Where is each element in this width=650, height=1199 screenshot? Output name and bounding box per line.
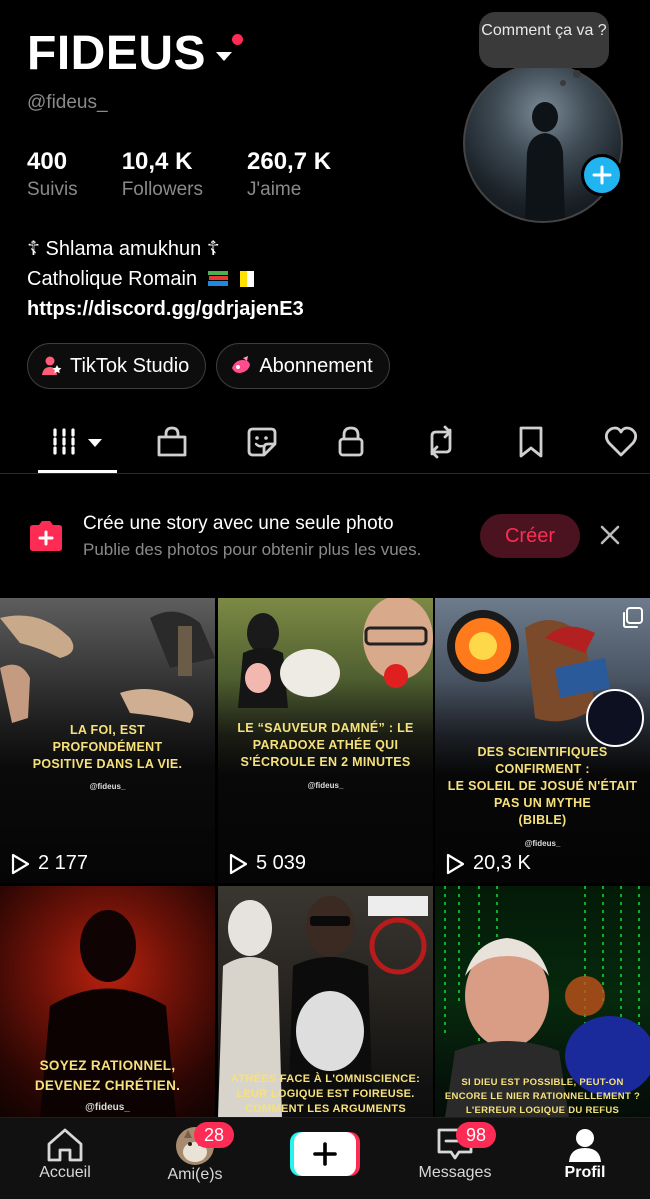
stat-following[interactable]: 400 Suivis xyxy=(27,148,78,201)
vatican-flag-icon xyxy=(240,266,255,287)
tab-liked[interactable] xyxy=(603,424,639,460)
button-label: Abonnement xyxy=(259,354,373,377)
thumbnail-art xyxy=(447,610,644,747)
profile-bio: ☦ Shlama amukhun ☦ Catholique Romain htt… xyxy=(27,234,304,324)
tab-videos[interactable] xyxy=(50,424,106,460)
tab-shop[interactable] xyxy=(154,424,190,460)
profile-handle: @fideus_ xyxy=(27,92,108,113)
profile-icon xyxy=(569,1129,601,1162)
tab-private[interactable] xyxy=(333,424,369,460)
avatar[interactable] xyxy=(463,63,625,225)
active-tab-indicator xyxy=(38,470,117,473)
story-prompt-title: Crée une story avec une seule photo xyxy=(83,513,394,534)
video-tag: @fideus_ xyxy=(89,782,126,791)
stat-label: Suivis xyxy=(27,179,78,200)
repost-icon xyxy=(430,425,452,459)
close-icon[interactable] xyxy=(597,522,623,548)
silhouette-figure xyxy=(525,102,565,221)
status-bubble[interactable]: Comment ça va ? xyxy=(479,12,609,68)
lock-icon xyxy=(338,426,364,457)
stat-label: Followers xyxy=(121,179,203,200)
view-count: 2 177 xyxy=(10,852,88,875)
heart-icon xyxy=(604,426,638,457)
button-label: TikTok Studio xyxy=(70,354,190,377)
nav-profile[interactable]: Profil xyxy=(550,1126,620,1182)
camera-plus-icon xyxy=(30,521,62,551)
home-icon xyxy=(47,1128,83,1162)
profile-username: FIDEUS xyxy=(27,27,207,80)
nav-label: Accueil xyxy=(39,1164,91,1181)
view-count: 5 039 xyxy=(228,852,306,875)
video-thumbnail[interactable]: LA FOI, EST PROFONDÉMENT POSITIVE DANS LA … xyxy=(0,598,215,883)
play-icon xyxy=(11,853,30,874)
bio-link[interactable]: https://discord.gg/gdrjajenE3 xyxy=(27,294,304,324)
bottom-navigation: Accueil Ami(e)s 28 Messages 98 Profil xyxy=(0,1117,650,1199)
view-count-text: 20,3 K xyxy=(473,852,531,874)
video-tag: @fideus_ xyxy=(524,839,561,848)
multi-photo-icon xyxy=(623,607,643,628)
view-count-text: 5 039 xyxy=(256,852,307,874)
stat-likes[interactable]: 260,7 K J'aime xyxy=(247,148,331,201)
play-icon xyxy=(446,853,465,874)
subscription-icon xyxy=(232,356,251,373)
video-caption: LA FOI, EST PROFONDÉMENT POSITIVE DANS LA … xyxy=(32,723,183,771)
nav-label: Messages xyxy=(418,1164,492,1181)
video-tag: @fideus_ xyxy=(85,1102,130,1113)
stat-value: 10,4 K xyxy=(121,148,193,175)
bio-line: ☦ Shlama amukhun ☦ xyxy=(27,238,220,260)
create-story-button[interactable]: Créer xyxy=(480,514,580,558)
nav-label: Ami(e)s xyxy=(167,1166,223,1183)
friends-badge: 28 xyxy=(194,1122,234,1148)
bubble-tail xyxy=(573,70,581,78)
bio-line-2: Catholique Romain xyxy=(27,264,304,294)
nav-home[interactable]: Accueil xyxy=(30,1126,100,1182)
username-row[interactable]: FIDEUS xyxy=(27,26,243,81)
bio-line: Catholique Romain xyxy=(27,268,198,290)
video-caption: LE “SAUVEUR DAMNÉ” : LE PARADOXE ATHÉE QU… xyxy=(237,721,414,769)
video-thumbnail[interactable]: DES SCIENTIFIQUES CONFIRMENT : LE SOLEIL D… xyxy=(435,598,650,883)
bookmark-icon xyxy=(519,426,543,458)
tab-saved[interactable] xyxy=(513,424,549,460)
bubble-tail xyxy=(560,80,566,86)
video-tag: @fideus_ xyxy=(307,781,344,790)
thumbnail-art xyxy=(0,611,215,723)
tiktok-studio-button[interactable]: TikTok Studio xyxy=(27,343,207,389)
video-caption: DES SCIENTIFIQUES CONFIRMENT : LE SOLEIL D… xyxy=(447,745,638,827)
notification-dot xyxy=(232,34,243,45)
avatar-image xyxy=(463,63,623,223)
view-count: 20,3 K xyxy=(445,852,531,875)
tab-reposts[interactable] xyxy=(423,424,459,460)
story-prompt-subtitle: Publie des photos pour obtenir plus les … xyxy=(83,540,422,559)
tab-stickers[interactable] xyxy=(244,424,280,460)
profile-action-buttons: TikTok Studio Abonnement xyxy=(27,343,400,389)
creator-icon xyxy=(42,356,62,375)
messages-badge: 98 xyxy=(456,1122,496,1148)
grid-icon xyxy=(53,428,102,456)
thumbnail-art xyxy=(238,598,433,708)
stat-value: 400 xyxy=(27,148,68,175)
add-story-button[interactable] xyxy=(581,154,623,196)
plus-icon xyxy=(592,165,612,185)
sticker-icon xyxy=(247,427,277,457)
play-icon xyxy=(229,853,248,874)
stat-followers[interactable]: 10,4 K Followers xyxy=(122,148,203,201)
subscription-button[interactable]: Abonnement xyxy=(216,343,390,389)
video-thumbnail[interactable]: LE “SAUVEUR DAMNÉ” : LE PARADOXE ATHÉE QU… xyxy=(218,598,433,883)
chevron-down-icon[interactable] xyxy=(216,52,233,61)
books-icon xyxy=(207,271,228,286)
stat-label: J'aime xyxy=(247,179,302,200)
video-caption: SOYEZ RATIONNEL, DEVENEZ CHRÉTIEN. xyxy=(34,1058,181,1093)
profile-stats: 400 Suivis 10,4 K Followers 260,7 K J'ai… xyxy=(27,148,375,201)
profile-tabs xyxy=(0,418,650,474)
create-video-button[interactable] xyxy=(290,1132,360,1176)
nav-label: Profil xyxy=(564,1164,606,1181)
stat-value: 260,7 K xyxy=(247,148,332,175)
shopping-bag-icon xyxy=(157,426,187,457)
view-count-text: 2 177 xyxy=(38,852,89,874)
story-prompt-banner: Crée une story avec une seule photo Publ… xyxy=(0,500,650,580)
